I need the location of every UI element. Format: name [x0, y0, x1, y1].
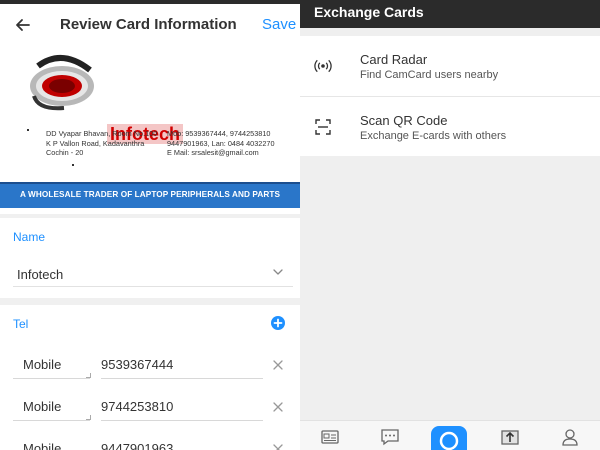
- name-label: Name: [13, 230, 46, 244]
- card-address-line: K P Vallon Road, Kadavanthra: [46, 138, 145, 148]
- chat-icon[interactable]: [380, 427, 400, 447]
- tel-number-input[interactable]: 9447901963: [101, 441, 173, 450]
- bottom-nav: [300, 420, 600, 450]
- card-radar-item[interactable]: Card Radar Find CamCard users nearby: [300, 36, 600, 97]
- close-icon[interactable]: [271, 400, 285, 414]
- card-banner-text: A WHOLESALE TRADER OF LAPTOP PERIPHERALS…: [19, 190, 281, 199]
- save-button[interactable]: Save: [262, 16, 296, 33]
- tel-row: Mobile 9447901963: [0, 435, 300, 450]
- camera-button[interactable]: [431, 426, 467, 450]
- company-logo: [30, 55, 94, 111]
- card-address-line: DD Vyapar Bhavan, Room No.100: [46, 129, 158, 138]
- card-address-line: Cochin - 20: [46, 148, 84, 158]
- menu-item-title: Card Radar: [360, 52, 428, 67]
- tel-number-underline: [101, 420, 263, 421]
- close-icon[interactable]: [271, 358, 285, 372]
- card-contact-line: 9447901963, Lan: 0484 4032270: [167, 138, 275, 148]
- menu-item-subtitle: Find CamCard users nearby: [360, 69, 499, 81]
- card-address: DD Vyapar Bhavan, Room No.100 K P Vallon…: [46, 129, 166, 158]
- radar-icon: [314, 59, 332, 73]
- card-contact-line: E Mail: srsalesit@gmail.com: [167, 148, 259, 158]
- plus-circle-icon: [273, 318, 283, 328]
- card-banner: A WHOLESALE TRADER OF LAPTOP PERIPHERALS…: [0, 182, 300, 208]
- scan-icon: [315, 119, 331, 135]
- chevron-down-icon[interactable]: [272, 266, 284, 278]
- business-card-image: Infotech DD Vyapar Bhavan, Room No.100 K…: [0, 44, 300, 214]
- exchange-header: Exchange Cards: [300, 0, 600, 28]
- card-bullet: [72, 164, 74, 166]
- name-section: Name Infotech: [0, 218, 300, 298]
- scan-qr-item[interactable]: Scan QR Code Exchange E-cards with other…: [300, 97, 600, 157]
- back-button[interactable]: [10, 12, 36, 38]
- add-tel-button[interactable]: [271, 316, 285, 330]
- dropdown-corner-icon: [86, 373, 91, 378]
- exchange-menu: Card Radar Find CamCard users nearby Sca…: [300, 36, 600, 156]
- tel-type-underline: [13, 420, 90, 421]
- tel-number-underline: [101, 378, 263, 379]
- menu-item-subtitle: Exchange E-cards with others: [360, 130, 507, 142]
- card-contact: Mob: 9539367444, 9744253810 9447901963, …: [167, 129, 297, 158]
- page-title: Exchange Cards: [314, 4, 424, 20]
- tel-type-underline: [13, 378, 90, 379]
- menu-item-title: Scan QR Code: [360, 113, 448, 128]
- name-field-underline: [13, 286, 293, 287]
- page-title: Review Card Information: [60, 16, 237, 33]
- review-header: Review Card Information Save: [0, 4, 300, 44]
- tel-number-input[interactable]: 9744253810: [101, 399, 173, 414]
- tel-type-select[interactable]: Mobile: [23, 399, 61, 414]
- camera-icon: [439, 431, 459, 450]
- tel-row: Mobile 9539367444: [0, 351, 300, 387]
- arrow-left-icon: [16, 19, 30, 31]
- upload-icon[interactable]: [500, 427, 520, 447]
- tel-label: Tel: [13, 317, 29, 331]
- card-bullet: [27, 129, 29, 131]
- review-card-panel: Review Card Information Save Infotech DD…: [0, 0, 300, 450]
- dropdown-corner-icon: [86, 415, 91, 420]
- exchange-cards-panel: Exchange Cards Card Radar Find CamCard u…: [300, 0, 600, 450]
- tel-type-select[interactable]: Mobile: [23, 441, 61, 450]
- tel-row: Mobile 9744253810: [0, 393, 300, 429]
- tel-type-select[interactable]: Mobile: [23, 357, 61, 372]
- card-contact-line: Mob: 9539367444, 9744253810: [167, 129, 271, 138]
- cards-icon[interactable]: [320, 427, 340, 447]
- name-field[interactable]: Infotech: [17, 267, 63, 282]
- tel-number-input[interactable]: 9539367444: [101, 357, 173, 372]
- profile-icon[interactable]: [560, 427, 580, 447]
- close-icon[interactable]: [271, 442, 285, 450]
- tel-section: Tel Mobile 9539367444 Mobile 9744253810: [0, 305, 300, 450]
